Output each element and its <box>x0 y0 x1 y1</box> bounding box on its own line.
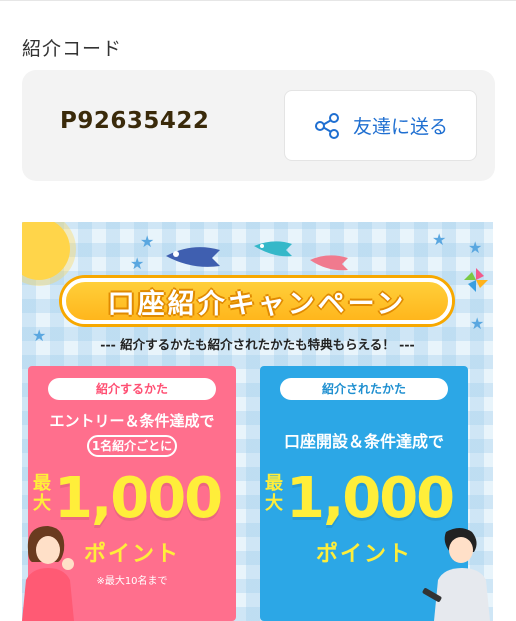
pinwheel-icon <box>464 268 488 292</box>
campaign-title-ribbon: 口座紹介キャンペーン <box>62 278 452 324</box>
referrer-condition: エントリー＆条件達成で <box>49 412 215 430</box>
referee-label: 紹介されたかた <box>280 378 448 400</box>
max-label: 最大 <box>265 473 283 514</box>
campaign-title: 口座紹介キャンペーン <box>107 288 407 320</box>
campaign-banner[interactable]: ★ ★ ★ ★ ★ ★ 口座紹介キャンペーン --- 紹介するかたも紹介されたか… <box>22 222 493 621</box>
woman-illustration <box>22 526 74 621</box>
sun-illustration <box>22 222 70 280</box>
top-divider <box>0 0 516 1</box>
star-icon: ★ <box>470 314 485 333</box>
star-icon: ★ <box>468 238 483 257</box>
max-label: 最大 <box>33 473 51 514</box>
referee-condition: 口座開設＆条件達成で <box>283 432 444 451</box>
share-button-label: 友達に送る <box>352 116 448 138</box>
referral-code-value: P92635422 <box>60 108 210 134</box>
per-referral-badge: 1名紹介ごとに <box>87 435 177 457</box>
share-to-friend-button[interactable]: 友達に送る <box>284 90 477 161</box>
referral-code-label: 紹介コード <box>22 38 123 60</box>
referrer-label: 紹介するかた <box>48 378 216 400</box>
share-icon <box>314 112 339 139</box>
star-icon: ★ <box>432 230 447 249</box>
campaign-subtitle: --- 紹介するかたも紹介されたかたも特典もらえる！ --- <box>100 337 415 352</box>
star-icon: ★ <box>130 254 145 273</box>
carp-streamers-illustration <box>166 241 348 271</box>
referral-code-card: P92635422 友達に送る <box>22 70 495 181</box>
man-illustration <box>422 528 490 621</box>
star-icon: ★ <box>140 232 155 251</box>
